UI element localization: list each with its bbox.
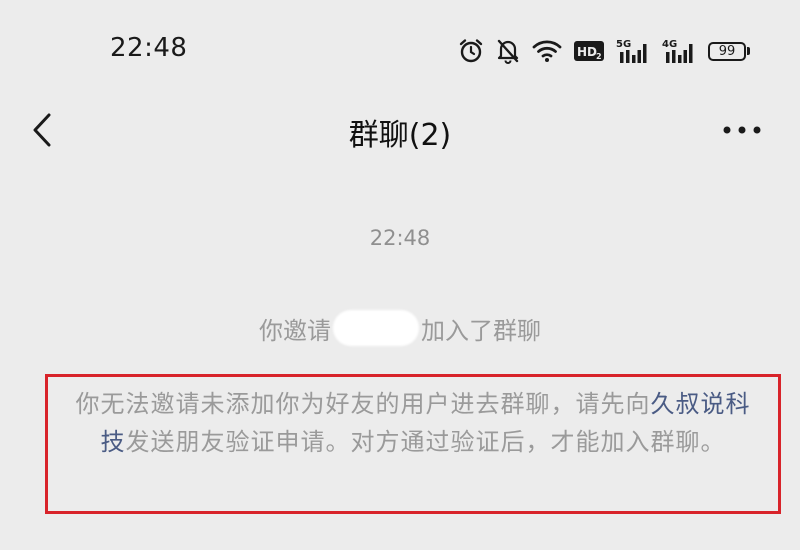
mute-bell-icon <box>496 38 520 64</box>
more-options-button[interactable] <box>720 112 764 148</box>
status-icons: HD 2 5G 4G 99 <box>458 36 750 66</box>
status-time: 22:48 <box>110 33 188 63</box>
nav-bar: 群聊(2) <box>0 100 800 160</box>
system-notice-message: 你无法邀请未添加你为好友的用户进去群聊，请先向久叔说科技发送朋友验证申请。对方通… <box>68 385 758 461</box>
svg-text:HD: HD <box>577 45 597 59</box>
notice-text-part1: 你无法邀请未添加你为好友的用户进去群聊，请先向 <box>75 390 651 418</box>
signal-5g-icon: 5G <box>616 38 650 64</box>
alarm-icon <box>458 38 484 64</box>
more-dots-icon <box>723 126 761 134</box>
chat-title: 群聊(2) <box>348 118 452 153</box>
highlighted-notice-box: 你无法邀请未添加你为好友的用户进去群聊，请先向久叔说科技发送朋友验证申请。对方通… <box>45 374 781 514</box>
notice-text-part2: 发送朋友验证申请。对方通过验证后，才能加入群聊。 <box>125 428 726 456</box>
svg-text:2: 2 <box>596 52 602 61</box>
battery-icon: 99 <box>708 41 750 61</box>
signal-4g-icon: 4G <box>662 38 696 64</box>
svg-text:4G: 4G <box>662 39 677 50</box>
system-invite-message: 你邀请 加入了群聊 <box>0 310 800 346</box>
invite-prefix: 你邀请 <box>259 316 331 345</box>
invite-suffix: 加入了群聊 <box>421 316 541 345</box>
redacted-username <box>333 310 419 346</box>
chat-timestamp: 22:48 <box>369 226 431 250</box>
wifi-icon <box>532 39 562 63</box>
status-bar: 22:48 HD 2 5G 4G 99 <box>0 0 800 100</box>
hd-badge-icon: HD 2 <box>574 40 604 62</box>
svg-text:5G: 5G <box>616 39 631 50</box>
chat-area: 22:48 你邀请 加入了群聊 你无法邀请未添加你为好友的用户进去群聊，请先向久… <box>0 160 800 550</box>
battery-level: 99 <box>708 41 746 61</box>
